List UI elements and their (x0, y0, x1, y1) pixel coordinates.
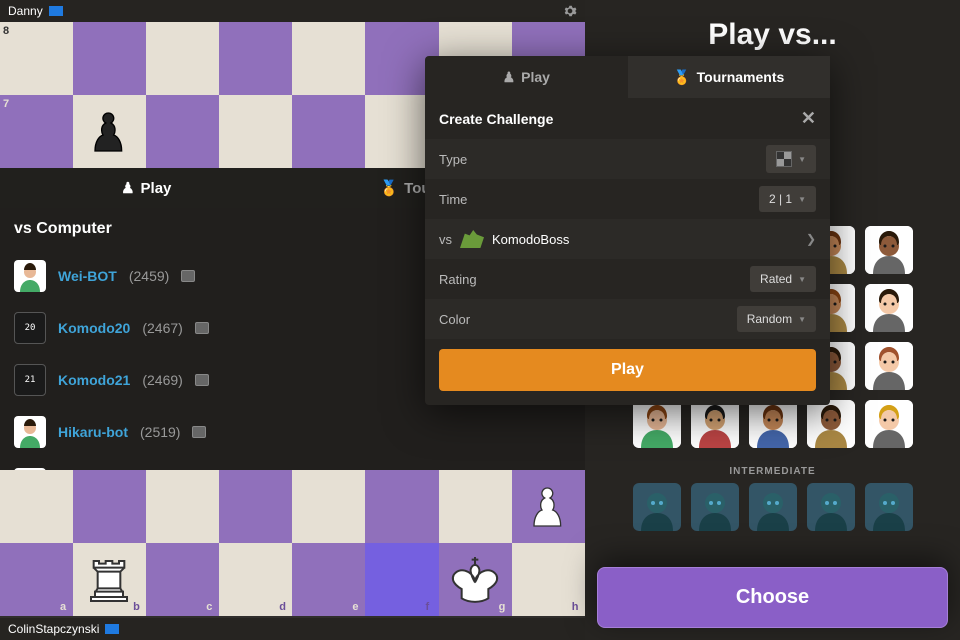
chessboard-bottom[interactable]: a b c d e f g h (0, 470, 585, 616)
variant-icon (776, 151, 792, 167)
flag-icon (49, 6, 63, 16)
flag-icon (105, 624, 119, 634)
king-white-icon[interactable] (445, 549, 505, 609)
chevron-down-icon: ▼ (798, 195, 806, 204)
top-player[interactable]: Danny (8, 4, 63, 18)
avatar-cell[interactable] (633, 400, 681, 448)
avatar-cell[interactable] (865, 400, 913, 448)
top-player-bar: Danny (0, 0, 585, 22)
avatar-cell[interactable] (865, 342, 913, 390)
row-color: Color Random▼ (425, 299, 830, 339)
bot-rating: (2519) (140, 424, 180, 440)
opponent-name: KomodoBoss (492, 232, 569, 247)
pawn-icon: ♟ (503, 69, 516, 86)
engine-icon (195, 374, 209, 386)
tab-play-bg[interactable]: ♟Play (0, 168, 293, 208)
file-coord: d (279, 601, 286, 613)
bot-name: Wei-BOT (58, 268, 117, 284)
rook-white-icon[interactable] (79, 549, 139, 609)
modal-tab-play[interactable]: ♟Play (425, 56, 628, 98)
row-time: Time 2 | 1▼ (425, 179, 830, 219)
avatar-cell[interactable] (749, 400, 797, 448)
file-coord: f (426, 601, 430, 613)
file-coord: b (133, 601, 140, 613)
label: Type (439, 152, 467, 167)
engine-icon (192, 426, 206, 438)
face-avatar (14, 260, 46, 292)
chip-avatar: 21 (14, 364, 46, 396)
file-coord: e (352, 601, 358, 613)
avatar-cell[interactable] (865, 226, 913, 274)
avatar-grid-intermediate (597, 483, 948, 531)
avatar-cell[interactable] (633, 483, 681, 531)
bot-row[interactable]: Hikaru-bot (2519) (0, 406, 585, 458)
avatar-cell[interactable] (691, 483, 739, 531)
rating-selector[interactable]: Rated▼ (750, 266, 816, 292)
category-label: INTERMEDIATE (597, 466, 948, 477)
pawn-white-icon[interactable] (518, 476, 578, 536)
avatar-cell[interactable] (865, 483, 913, 531)
file-coord: g (499, 601, 506, 613)
type-selector[interactable]: ▼ (766, 145, 816, 173)
face-avatar (14, 416, 46, 448)
avatar-cell[interactable] (749, 483, 797, 531)
rank-coord: 7 (3, 98, 9, 110)
bot-name: Hikaru-bot (58, 424, 128, 440)
player-name: Danny (8, 4, 43, 18)
modal-title: Create Challenge (439, 111, 553, 127)
pawn-icon: ♟ (121, 179, 134, 197)
avatar-cell[interactable] (865, 284, 913, 332)
modal-tab-tournaments[interactable]: 🏅Tournaments (628, 56, 831, 98)
time-selector[interactable]: 2 | 1▼ (759, 186, 816, 212)
close-icon[interactable]: ✕ (801, 108, 816, 129)
chip-avatar: 20 (14, 312, 46, 344)
medal-icon: 🏅 (379, 179, 398, 197)
label: vs (439, 232, 452, 247)
file-coord: h (572, 601, 579, 613)
pawn-black-icon[interactable] (79, 101, 139, 161)
label: Rating (439, 272, 477, 287)
chevron-right-icon: ❯ (806, 232, 816, 246)
bot-rating: (2467) (142, 320, 182, 336)
play-vs-title: Play vs... (597, 18, 948, 52)
avatar-cell[interactable] (807, 483, 855, 531)
row-vs[interactable]: vs KomodoBoss ❯ (425, 219, 830, 259)
row-rating: Rating Rated▼ (425, 259, 830, 299)
file-coord: c (206, 601, 212, 613)
create-challenge-modal: ♟Play 🏅Tournaments Create Challenge ✕ Ty… (425, 56, 830, 405)
avatar-cell[interactable] (691, 400, 739, 448)
chevron-down-icon: ▼ (798, 315, 806, 324)
player-name: ColinStapczynski (8, 622, 99, 636)
bot-name: Komodo21 (58, 372, 130, 388)
bottom-player-bar: ColinStapczynski (0, 618, 585, 640)
label: Time (439, 192, 467, 207)
play-button[interactable]: Play (439, 349, 816, 391)
bot-name: Komodo20 (58, 320, 130, 336)
modal-header: Create Challenge ✕ (425, 98, 830, 139)
bot-rating: (2459) (129, 268, 169, 284)
engine-icon (181, 270, 195, 282)
label: Color (439, 312, 470, 327)
engine-icon (195, 322, 209, 334)
chevron-down-icon: ▼ (798, 155, 806, 164)
file-coord: a (60, 601, 66, 613)
rank-coord: 8 (3, 25, 9, 37)
komodo-icon (460, 230, 484, 248)
row-type: Type ▼ (425, 139, 830, 179)
chevron-down-icon: ▼ (798, 275, 806, 284)
color-selector[interactable]: Random▼ (737, 306, 816, 332)
gear-icon[interactable] (563, 4, 577, 18)
avatar-cell[interactable] (807, 400, 855, 448)
choose-button[interactable]: Choose (597, 567, 948, 628)
medal-icon: 🏅 (673, 69, 690, 86)
modal-tabs: ♟Play 🏅Tournaments (425, 56, 830, 98)
bot-rating: (2469) (142, 372, 182, 388)
